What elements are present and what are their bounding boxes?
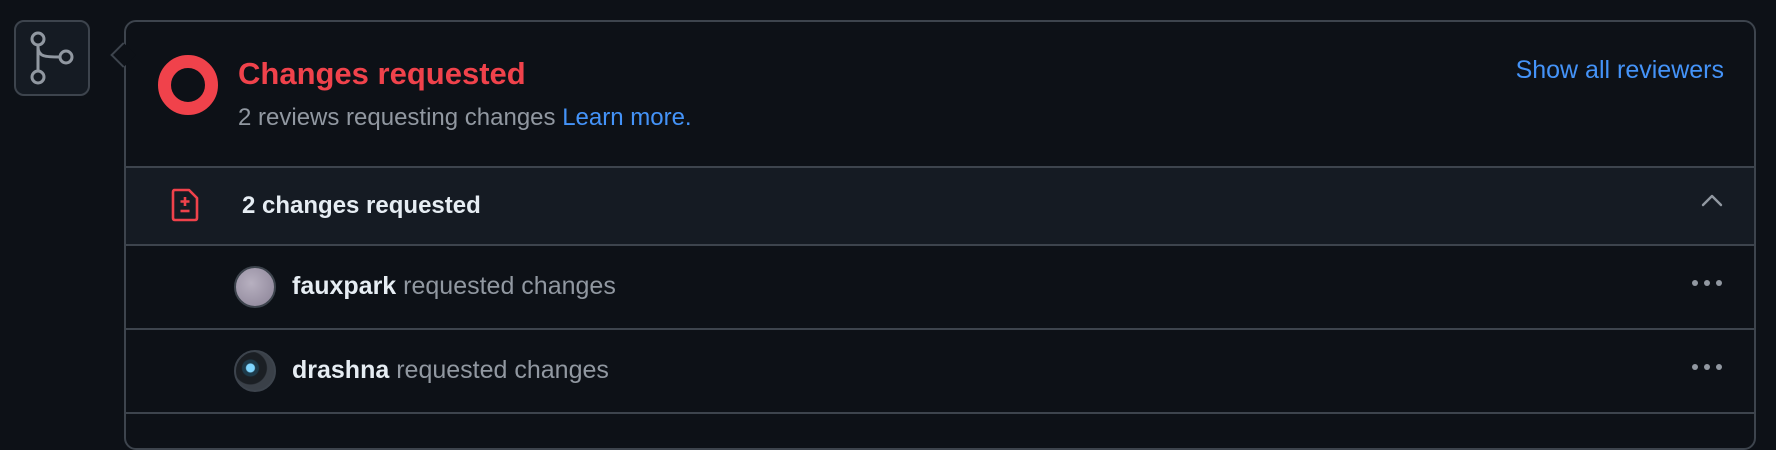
status-subtitle-line: 2 reviews requesting changes Learn more. xyxy=(238,104,692,132)
file-diff-icon xyxy=(171,188,199,222)
learn-more-link[interactable]: Learn more. xyxy=(562,104,691,131)
status-subtitle: 2 reviews requesting changes xyxy=(238,104,556,131)
review-action: requested changes xyxy=(403,272,616,300)
review-status-header: Changes requested 2 reviews requesting c… xyxy=(126,22,1754,168)
status-title: Changes requested xyxy=(238,56,526,91)
changes-requested-group-header[interactable]: 2 changes requested xyxy=(126,168,1754,246)
kebab-menu-icon[interactable] xyxy=(1688,358,1726,376)
show-all-reviewers-link[interactable]: Show all reviewers xyxy=(1516,56,1724,85)
review-text: fauxpark requested changes xyxy=(292,272,616,301)
git-branch-badge xyxy=(14,20,90,96)
avatar[interactable] xyxy=(234,350,276,392)
reviewer-name[interactable]: drashna xyxy=(292,356,389,384)
review-status-panel: Changes requested 2 reviews requesting c… xyxy=(124,20,1756,450)
avatar[interactable] xyxy=(234,266,276,308)
group-title: 2 changes requested xyxy=(242,192,481,219)
chevron-up-icon[interactable] xyxy=(1700,192,1724,208)
review-action: requested changes xyxy=(396,356,609,384)
review-row: drashna requested changes xyxy=(126,330,1754,414)
reviewer-name[interactable]: fauxpark xyxy=(292,272,396,300)
review-text: drashna requested changes xyxy=(292,356,609,385)
review-row: fauxpark requested changes xyxy=(126,246,1754,330)
git-branch-icon xyxy=(30,31,74,85)
kebab-menu-icon[interactable] xyxy=(1688,274,1726,292)
changes-requested-status-icon xyxy=(158,55,218,115)
